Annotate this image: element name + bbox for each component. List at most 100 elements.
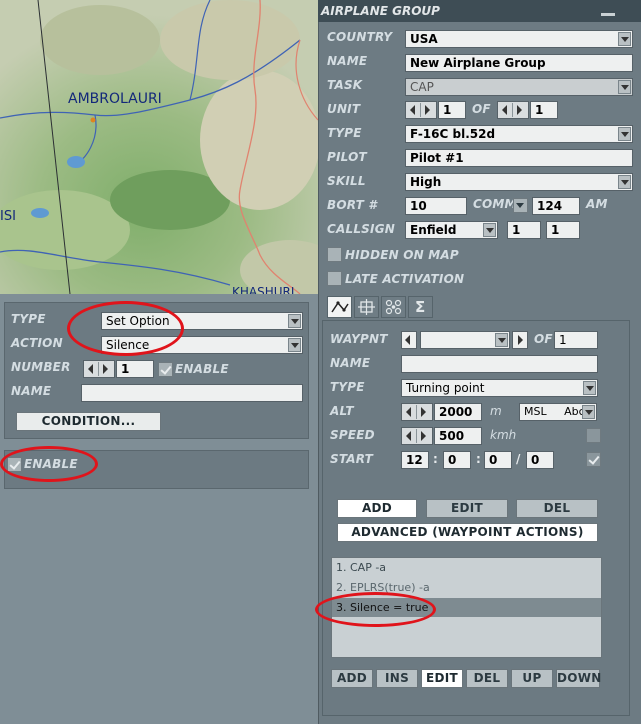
wp-type-value: Turning point: [406, 381, 485, 395]
callsign-number-2[interactable]: 1: [546, 221, 580, 239]
country-select[interactable]: USA: [405, 30, 633, 48]
callsign-number-1[interactable]: 1: [507, 221, 541, 239]
chevron-down-icon[interactable]: [495, 333, 508, 347]
tab-payload[interactable]: [381, 296, 406, 318]
speed-label: SPEED: [330, 428, 375, 442]
action-up-button[interactable]: UP: [511, 669, 553, 688]
unit-of-stepper[interactable]: [497, 101, 529, 119]
number-stepper[interactable]: [83, 360, 115, 378]
late-activation-checkbox[interactable]: [327, 271, 342, 286]
action-ins-button[interactable]: INS: [376, 669, 418, 688]
aircraft-type-select[interactable]: F-16C bl.52d: [405, 125, 633, 143]
speed-field[interactable]: 500: [434, 427, 482, 445]
pilot-label: PILOT: [327, 150, 367, 164]
target-icon: [358, 299, 375, 315]
speed-lock-checkbox[interactable]: [586, 428, 601, 443]
callsign-select[interactable]: Enfield: [405, 221, 498, 239]
skill-label: SKILL: [327, 174, 366, 188]
start-day[interactable]: 0: [526, 451, 554, 469]
waypoint-prev-button[interactable]: [401, 331, 417, 349]
alt-ref-select[interactable]: MSL Abc: [519, 403, 597, 421]
tab-route[interactable]: [327, 296, 352, 318]
map-label-isi: ISI: [0, 209, 16, 224]
group-name-field[interactable]: New Airplane Group: [405, 54, 633, 72]
tab-targets[interactable]: [354, 296, 379, 318]
comm-dropdown[interactable]: [513, 198, 528, 213]
start-sep-3: /: [516, 452, 521, 466]
name-label: NAME: [11, 384, 52, 398]
unit-label: UNIT: [327, 102, 361, 116]
waypnt-label: WAYPNT: [330, 332, 388, 346]
speed-stepper[interactable]: [401, 427, 433, 445]
pilot-field[interactable]: Pilot #1: [405, 149, 633, 167]
number-label: NUMBER: [11, 360, 71, 374]
close-icon[interactable]: [601, 6, 615, 16]
callsign-value: Enfield: [410, 223, 457, 237]
waypoint-next-button[interactable]: [512, 331, 528, 349]
action-del-button[interactable]: DEL: [466, 669, 508, 688]
group-name-label: NAME: [327, 54, 368, 68]
summary-sigma-icon: Σ: [415, 298, 426, 316]
wp-type-select[interactable]: Turning point: [401, 379, 598, 397]
bort-field[interactable]: 10: [405, 197, 467, 215]
hidden-on-map-checkbox[interactable]: [327, 247, 342, 262]
unit-field[interactable]: 1: [438, 101, 466, 119]
wp-edit-button[interactable]: EDIT: [426, 499, 508, 518]
chevron-down-icon[interactable]: [288, 314, 301, 328]
waypnt-of-label: OF: [534, 332, 553, 346]
chevron-down-icon[interactable]: [618, 127, 631, 141]
start-sep-1: :: [433, 452, 438, 466]
chevron-left-icon: [405, 335, 410, 345]
terrain-map: [0, 0, 318, 294]
comm-field[interactable]: 124: [532, 197, 580, 215]
chevron-down-icon[interactable]: [618, 175, 631, 189]
route-icon: [331, 301, 349, 313]
alt-field[interactable]: 2000: [434, 403, 482, 421]
chevron-down-icon[interactable]: [583, 381, 596, 395]
start-seconds[interactable]: 0: [484, 451, 512, 469]
comm-label: COMM: [473, 197, 517, 211]
type-label: TYPE: [11, 312, 46, 326]
chevron-down-icon[interactable]: [618, 80, 631, 94]
chevron-down-icon[interactable]: [618, 32, 631, 46]
unit-of-field[interactable]: 1: [530, 101, 558, 119]
payload-icon: [385, 299, 402, 315]
skill-select[interactable]: High: [405, 173, 633, 191]
start-minutes[interactable]: 0: [443, 451, 471, 469]
list-item[interactable]: 1. CAP -a: [336, 561, 386, 574]
tab-summary[interactable]: Σ: [408, 296, 433, 318]
enable-label: ENABLE: [175, 362, 229, 376]
speed-unit: kmh: [490, 428, 517, 442]
highlight-ring-silence-action: [315, 592, 436, 627]
map-view[interactable]: AMBROLAURI ISI KHASHURI: [0, 0, 318, 294]
highlight-ring-action-type: [67, 301, 184, 356]
number-field[interactable]: 1: [116, 360, 154, 378]
enable-checkbox[interactable]: [158, 362, 173, 377]
wp-name-field[interactable]: [401, 355, 598, 373]
unit-stepper[interactable]: [405, 101, 437, 119]
wp-del-button[interactable]: DEL: [516, 499, 598, 518]
action-add-button[interactable]: ADD: [331, 669, 373, 688]
condition-button[interactable]: CONDITION...: [16, 412, 161, 431]
waypnt-of-field: 1: [554, 331, 598, 349]
alt-unit: m: [490, 404, 502, 418]
callsign-label: CALLSIGN: [327, 222, 395, 236]
start-checkbox[interactable]: [586, 452, 601, 467]
start-sep-2: :: [476, 452, 481, 466]
chevron-right-icon: [518, 335, 523, 345]
start-hours[interactable]: 12: [401, 451, 429, 469]
panel-title: AIRPLANE GROUP: [321, 4, 440, 18]
task-select[interactable]: CAP: [405, 78, 633, 96]
country-label: COUNTRY: [327, 30, 393, 44]
chevron-down-icon[interactable]: [483, 223, 496, 237]
advanced-waypoint-actions-button[interactable]: ADVANCED (WAYPOINT ACTIONS): [337, 523, 598, 542]
chevron-down-icon[interactable]: [582, 405, 595, 419]
wp-add-button[interactable]: ADD: [337, 499, 417, 518]
waypoint-select[interactable]: [420, 331, 510, 349]
unit-of-label: OF: [472, 102, 491, 116]
alt-stepper[interactable]: [401, 403, 433, 421]
chevron-down-icon[interactable]: [288, 338, 301, 352]
action-down-button[interactable]: DOWN: [556, 669, 601, 688]
action-edit-button[interactable]: EDIT: [421, 669, 463, 688]
name-field[interactable]: [81, 384, 303, 402]
